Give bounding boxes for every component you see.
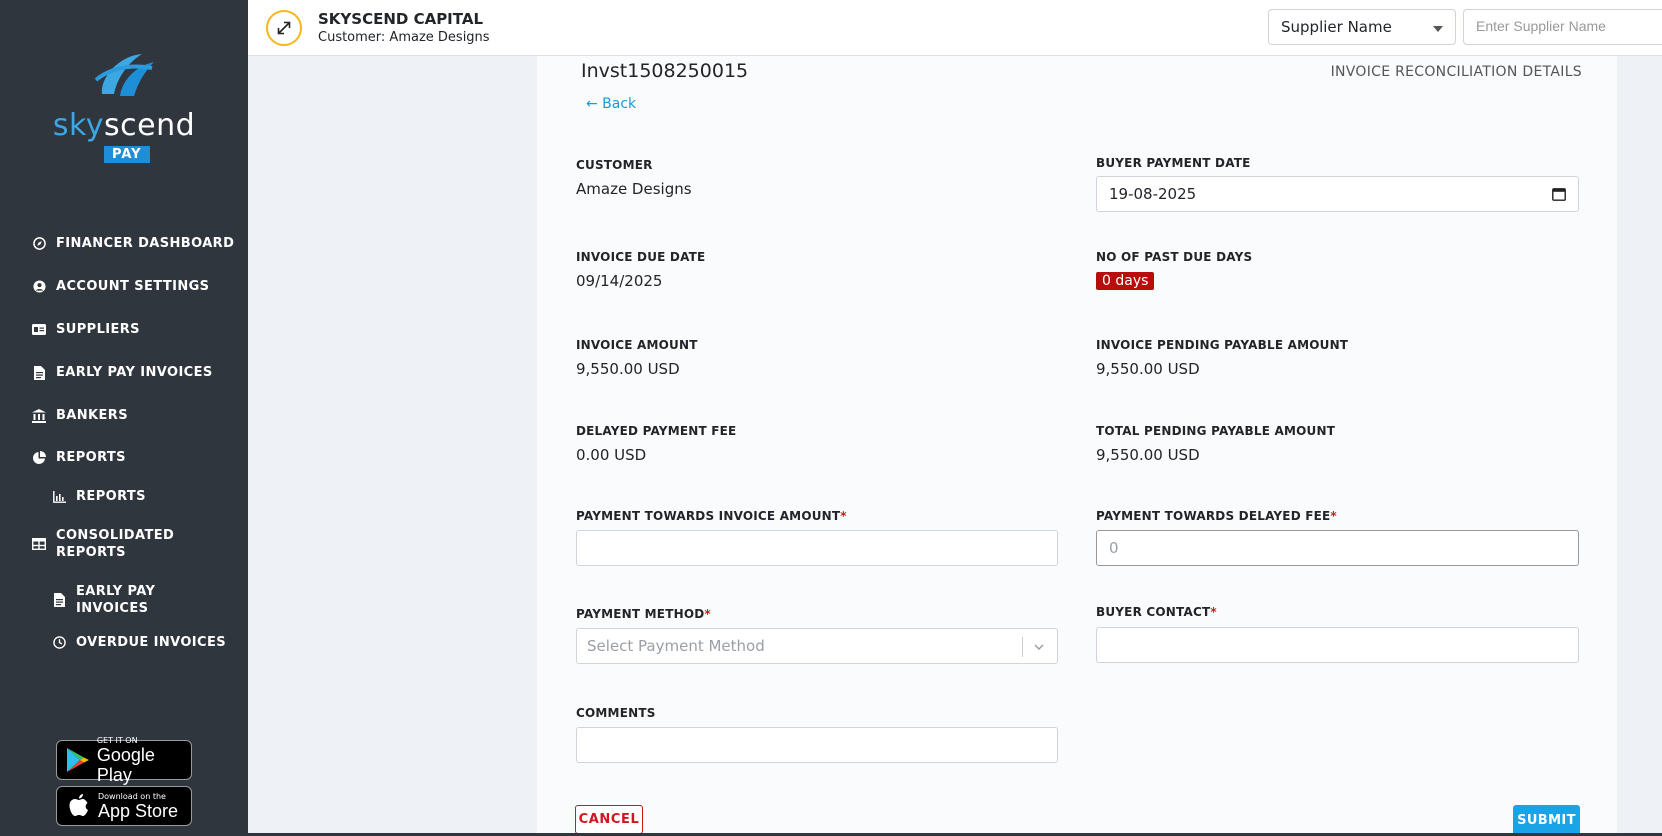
submit-button[interactable]: SUBMIT: [1513, 805, 1580, 836]
supplier-search-input[interactable]: Enter Supplier Name: [1463, 9, 1662, 45]
sidebar-item-label: SUPPLIERS: [56, 322, 140, 337]
delayed-fee-value: 0.00 USD: [576, 446, 647, 464]
payment-method-placeholder: Select Payment Method: [587, 637, 765, 655]
app-store-badge[interactable]: Download on the App Store: [56, 786, 192, 826]
comments-label: COMMENTS: [576, 706, 656, 720]
chevron-down-icon[interactable]: [1033, 639, 1045, 657]
invoice-amount-value: 9,550.00 USD: [576, 360, 680, 378]
sidebar-subitem-overdue-invoices[interactable]: OVERDUE INVOICES: [52, 634, 226, 651]
sidebar-item-suppliers[interactable]: SUPPLIERS: [32, 321, 140, 338]
buyer-contact-label: BUYER CONTACT*: [1096, 605, 1217, 619]
google-play-small-text: GET IT ON: [96, 735, 138, 745]
sidebar-item-label: BANKERS: [56, 408, 128, 423]
clock-icon: [52, 636, 66, 650]
invoice-id-heading: Invst1508250015: [581, 60, 749, 82]
sidebar-item-financer-dashboard[interactable]: FINANCER DASHBOARD: [32, 235, 234, 252]
google-play-big-text: Google Play: [96, 744, 155, 785]
company-switch-icon[interactable]: [266, 10, 302, 46]
invoice-amount-label: INVOICE AMOUNT: [576, 338, 698, 352]
calendar-icon[interactable]: [1552, 187, 1566, 201]
sidebar-item-label: CONSOLIDATED REPORTS: [56, 528, 175, 560]
google-play-badge[interactable]: GET IT ON Google Play: [56, 736, 192, 785]
customer-value: Amaze Designs: [576, 180, 692, 198]
caret-down-icon: [1433, 26, 1443, 32]
invoice-due-date-label: INVOICE DUE DATE: [576, 250, 706, 264]
supplier-filter-select[interactable]: Supplier Name: [1268, 9, 1456, 45]
page-title: INVOICE RECONCILIATION DETAILS: [1330, 64, 1582, 80]
customer-label: CUSTOMER: [576, 158, 653, 172]
pending-payable-label: INVOICE PENDING PAYABLE AMOUNT: [1096, 338, 1349, 352]
sidebar-item-label: ACCOUNT SETTINGS: [56, 279, 210, 294]
delayed-fee-label: DELAYED PAYMENT FEE: [576, 424, 737, 438]
sidebar: skyscend PAY FINANCER DASHBOARD ACCOUNT …: [0, 0, 248, 836]
app-store-small-text: Download on the: [98, 791, 166, 801]
bar-chart-icon: [52, 490, 66, 504]
sidebar-item-label: EARLY PAY INVOICES: [76, 584, 156, 616]
sidebar-item-label: REPORTS: [76, 489, 146, 504]
document-icon: [32, 365, 46, 380]
id-card-icon: [32, 323, 46, 337]
user-circle-icon: [32, 280, 46, 294]
cancel-button[interactable]: CANCEL: [575, 805, 643, 834]
select-divider: [1022, 637, 1023, 657]
sidebar-item-bankers[interactable]: BANKERS: [32, 407, 128, 424]
sidebar-item-account-settings[interactable]: ACCOUNT SETTINGS: [32, 278, 209, 295]
apple-icon: [64, 791, 94, 821]
supplier-filter-value: Supplier Name: [1281, 18, 1392, 36]
back-link[interactable]: ← Back: [586, 96, 636, 112]
app-store-big-text: App Store: [98, 800, 179, 821]
payment-invoice-label: PAYMENT TOWARDS INVOICE AMOUNT*: [576, 509, 847, 523]
comments-input[interactable]: [576, 727, 1058, 763]
sidebar-item-label: FINANCER DASHBOARD: [56, 236, 235, 251]
pie-chart-icon: [32, 450, 46, 465]
pending-payable-value: 9,550.00 USD: [1096, 360, 1200, 378]
payment-method-select[interactable]: Select Payment Method: [576, 628, 1058, 664]
bank-icon: [32, 408, 46, 423]
payment-method-label: PAYMENT METHOD*: [576, 607, 711, 621]
buyer-contact-input[interactable]: [1096, 627, 1579, 663]
past-due-days-badge: 0 days: [1096, 272, 1155, 290]
past-due-days-label: NO OF PAST DUE DAYS: [1096, 250, 1253, 264]
top-bar: SKYSCEND CAPITAL Customer: Amaze Designs…: [248, 0, 1662, 56]
skyscend-pay-logo: skyscend PAY: [44, 50, 204, 170]
logo-pay-badge: PAY: [104, 146, 150, 163]
logo-wordmark: skyscend: [52, 108, 196, 143]
total-pending-label: TOTAL PENDING PAYABLE AMOUNT: [1096, 424, 1336, 438]
sidebar-item-consolidated-reports[interactable]: CONSOLIDATED REPORTS: [32, 527, 176, 561]
compass-icon: [32, 237, 46, 251]
sidebar-subitem-reports[interactable]: REPORTS: [52, 488, 146, 505]
payment-fee-input[interactable]: 0: [1096, 530, 1579, 566]
sidebar-item-early-pay-invoices[interactable]: EARLY PAY INVOICES: [32, 364, 213, 381]
logo-swoosh-icon: [94, 54, 154, 96]
table-icon: [32, 537, 46, 551]
sidebar-item-label: REPORTS: [56, 450, 126, 465]
payment-fee-label: PAYMENT TOWARDS DELAYED FEE*: [1096, 509, 1337, 523]
total-pending-value: 9,550.00 USD: [1096, 446, 1200, 464]
buyer-payment-date-value: 19-08-2025: [1109, 185, 1197, 203]
company-name: SKYSCEND CAPITAL: [318, 10, 483, 28]
sidebar-item-label: EARLY PAY INVOICES: [56, 365, 213, 380]
invoice-due-date-value: 09/14/2025: [576, 272, 663, 290]
sidebar-subitem-early-pay-invoices[interactable]: EARLY PAY INVOICES: [52, 583, 166, 617]
sidebar-item-label: OVERDUE INVOICES: [76, 635, 227, 650]
document-icon: [52, 593, 66, 607]
payment-invoice-input[interactable]: [576, 530, 1058, 566]
google-play-icon: [64, 745, 93, 775]
customer-line: Customer: Amaze Designs: [318, 30, 490, 45]
buyer-payment-date-label: BUYER PAYMENT DATE: [1096, 156, 1251, 170]
reconciliation-card: Invst1508250015 ← Back INVOICE RECONCILI…: [537, 56, 1617, 836]
buyer-payment-date-input[interactable]: 19-08-2025: [1096, 176, 1579, 212]
sidebar-item-reports[interactable]: REPORTS: [32, 449, 126, 466]
